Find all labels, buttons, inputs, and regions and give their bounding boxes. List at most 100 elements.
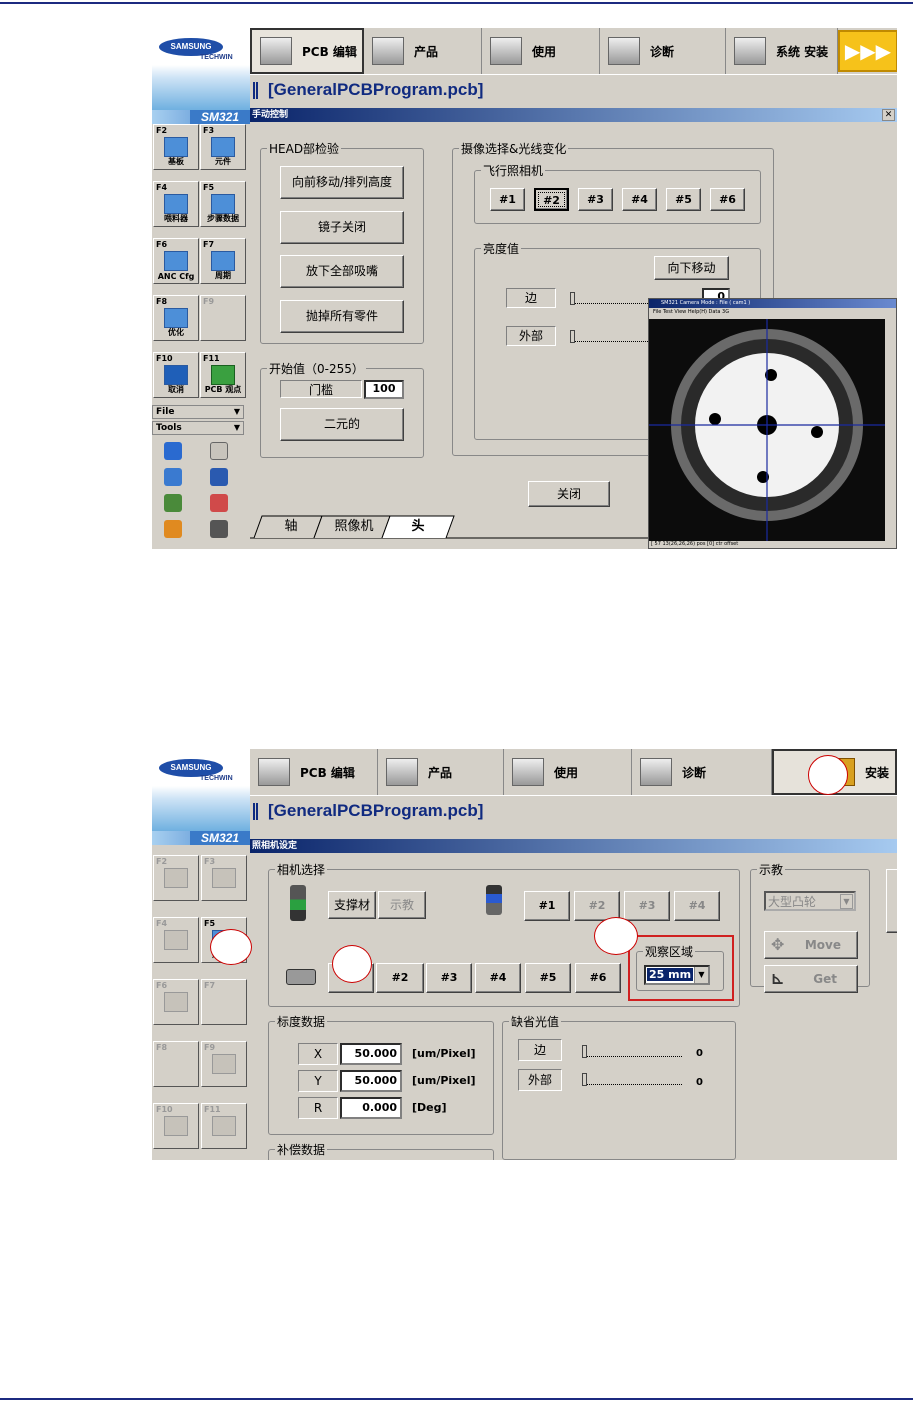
- logo-techwin-text: TECHWIN: [200, 54, 233, 61]
- scale-r-unit: [Deg]: [412, 1101, 447, 1114]
- callout-marker-view-area: [594, 917, 638, 955]
- fkey-f3[interactable]: F3 元件: [200, 124, 246, 170]
- file-name: [GeneralPCBProgram.pcb]: [268, 801, 484, 820]
- move-down-button[interactable]: 向下移动: [654, 256, 729, 280]
- fkey-f4[interactable]: F4 喂料器: [153, 181, 199, 227]
- scale-r-input[interactable]: 0.000: [340, 1097, 402, 1119]
- fkey-f2[interactable]: F2 基板: [153, 124, 199, 170]
- drop-nozzles-button[interactable]: 放下全部吸嘴: [280, 255, 404, 288]
- flying-cam-4-button[interactable]: #4: [622, 188, 657, 211]
- file-bar: [GeneralPCBProgram.pcb]: [250, 795, 897, 825]
- dialog-title: 手动控制: [252, 110, 289, 120]
- lower-cam-5-button[interactable]: #5: [525, 963, 571, 993]
- use-icon: [490, 37, 522, 65]
- flying-cam-1-button[interactable]: #1: [490, 188, 525, 211]
- side-button[interactable]: [886, 869, 897, 933]
- mirror-close-button[interactable]: 镜子关闭: [280, 211, 404, 244]
- outer-light-label: 外部: [518, 1069, 562, 1091]
- tools-icon: [164, 1116, 188, 1136]
- toolbar-system-setup[interactable]: 系统 安装: [726, 28, 838, 74]
- alert-icon[interactable]: [210, 520, 228, 538]
- menu-file[interactable]: File ▼: [152, 405, 244, 419]
- samsung-logo: SAMSUNG TECHWIN: [152, 28, 250, 110]
- toolbar-pcb-edit[interactable]: PCB 编辑: [250, 749, 378, 795]
- chevron-down-icon: ▼: [233, 407, 240, 416]
- outer-light-slider[interactable]: [570, 330, 650, 343]
- menu-tools[interactable]: Tools ▼: [152, 421, 244, 435]
- close-icon[interactable]: ✕: [882, 109, 895, 121]
- fkey-label: ANC Cfg: [157, 272, 195, 281]
- lower-cam-4-button[interactable]: #4: [475, 963, 521, 993]
- toolbar-diagnose[interactable]: 诊断: [600, 28, 726, 74]
- next-arrow-button[interactable]: ▶▶▶: [838, 30, 897, 72]
- wrench-icon[interactable]: [164, 520, 182, 538]
- tab-head[interactable]: 头: [388, 516, 448, 539]
- edge-light-label: 边: [518, 1039, 562, 1061]
- flying-cam-5-button[interactable]: #5: [666, 188, 701, 211]
- settings-icon: [212, 1054, 236, 1074]
- group-title: 观察区域: [643, 943, 696, 960]
- scale-y-input[interactable]: 50.000: [340, 1070, 402, 1092]
- lower-cam-2-button[interactable]: #2: [376, 963, 424, 993]
- flying-camera-icon: [286, 969, 316, 985]
- board-icon: [164, 868, 188, 888]
- support-camera-icon: [290, 885, 306, 921]
- fkey-f7[interactable]: F7 周期: [200, 238, 246, 284]
- use-icon: [512, 758, 544, 786]
- slider-thumb[interactable]: [570, 330, 575, 343]
- toolbar-diagnose[interactable]: 诊断: [632, 749, 772, 795]
- outer-light-slider[interactable]: [582, 1073, 682, 1086]
- tab-camera[interactable]: 照像机: [322, 516, 386, 539]
- chevron-down-icon[interactable]: ▼: [694, 967, 708, 983]
- toolbar-product[interactable]: 产品: [364, 28, 482, 74]
- toolbar-pcb-edit[interactable]: PCB 编辑: [250, 28, 364, 74]
- flying-cam-6-button[interactable]: #6: [710, 188, 745, 211]
- get-label: Get: [813, 972, 837, 986]
- dump-parts-button[interactable]: 抛掉所有零件: [280, 300, 404, 333]
- pcb-view-icon: [211, 365, 235, 385]
- fkey-f10[interactable]: F10 取消: [153, 352, 199, 398]
- home-icon[interactable]: [164, 442, 182, 460]
- edge-light-slider[interactable]: [582, 1045, 682, 1058]
- close-button[interactable]: 关闭: [528, 481, 610, 507]
- upload-icon[interactable]: [164, 468, 182, 486]
- system-setup-icon: [734, 37, 766, 65]
- fkey-f6[interactable]: F6 ANC Cfg: [153, 238, 199, 284]
- upper-cam-1-button[interactable]: #1: [524, 891, 570, 921]
- operator-icon[interactable]: [210, 468, 228, 486]
- fkey-f5[interactable]: F5 步骤数据: [200, 181, 246, 227]
- fkey-label: 基板: [168, 157, 184, 166]
- grid-icon[interactable]: [210, 442, 228, 460]
- board-tool-icon[interactable]: [164, 494, 182, 512]
- move-forward-button[interactable]: 向前移动/排列高度: [280, 166, 404, 199]
- slider-thumb[interactable]: [582, 1045, 587, 1058]
- dialog-titlebar: 照相机设定: [250, 839, 897, 853]
- fkey-f11[interactable]: F11 PCB 观点: [200, 352, 246, 398]
- slider-thumb[interactable]: [570, 292, 575, 305]
- fkey-f4: F4: [153, 917, 199, 963]
- view-area-select[interactable]: 25 mm ▼: [644, 965, 710, 985]
- flying-cam-3-button[interactable]: #3: [578, 188, 613, 211]
- scale-y-label: Y: [298, 1070, 338, 1092]
- fkey-f7: F7: [201, 979, 247, 1025]
- view-area-value: 25 mm: [647, 968, 694, 981]
- fkey-code: F3: [203, 126, 215, 135]
- threshold-input[interactable]: 100: [364, 380, 404, 399]
- fkey-label: 元件: [215, 157, 231, 166]
- threshold-label: 门槛: [280, 380, 362, 398]
- lower-cam-6-button[interactable]: #6: [575, 963, 621, 993]
- scale-x-label: X: [298, 1043, 338, 1065]
- toolbar-product[interactable]: 产品: [378, 749, 504, 795]
- support-button[interactable]: 支撑材: [328, 891, 376, 919]
- slider-thumb[interactable]: [582, 1073, 587, 1086]
- tab-axis[interactable]: 轴: [262, 516, 320, 539]
- lower-cam-3-button[interactable]: #3: [426, 963, 472, 993]
- flying-cam-2-button[interactable]: #2: [534, 188, 569, 211]
- group-title: 开始值（0-255）: [267, 360, 366, 377]
- toolbar-use[interactable]: 使用: [504, 749, 632, 795]
- scale-x-input[interactable]: 50.000: [340, 1043, 402, 1065]
- fkey-f8[interactable]: F8 优化: [153, 295, 199, 341]
- toolbar-use[interactable]: 使用: [482, 28, 600, 74]
- axis-icon[interactable]: [210, 494, 228, 512]
- binary-button[interactable]: 二元的: [280, 408, 404, 441]
